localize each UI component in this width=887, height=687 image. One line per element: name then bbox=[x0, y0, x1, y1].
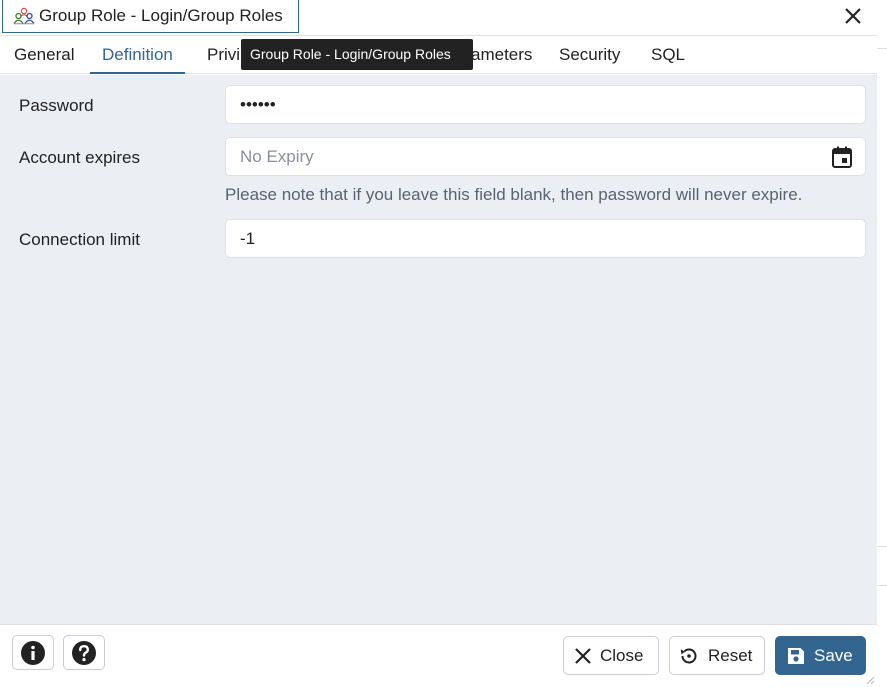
help-button[interactable] bbox=[63, 635, 105, 670]
save-icon bbox=[788, 647, 804, 664]
tab-definition[interactable]: Definition bbox=[90, 36, 185, 74]
tab-security[interactable]: Security bbox=[559, 36, 620, 74]
dialog-title: Group Role - Login/Group Roles bbox=[39, 6, 283, 25]
save-button[interactable]: Save bbox=[775, 636, 866, 675]
save-button-label: Save bbox=[814, 645, 853, 665]
reset-icon bbox=[680, 648, 697, 663]
tab-sql[interactable]: SQL bbox=[651, 36, 685, 74]
close-button[interactable]: Close bbox=[563, 636, 659, 675]
account-expires-label: Account expires bbox=[19, 148, 140, 167]
account-expires-hint: Please note that if you leave this field… bbox=[225, 185, 803, 204]
info-icon bbox=[21, 640, 45, 665]
tab-privileges[interactable]: Privi bbox=[207, 36, 240, 74]
dialog-title-tab: Group Role - Login/Group Roles bbox=[2, 0, 299, 33]
background-divider bbox=[877, 585, 887, 586]
close-dialog-icon[interactable] bbox=[842, 5, 864, 27]
calendar-icon[interactable] bbox=[830, 145, 854, 169]
close-button-label: Close bbox=[600, 645, 644, 665]
tab-parameters[interactable]: ameters bbox=[471, 36, 532, 74]
password-field[interactable]: •••••• bbox=[225, 85, 866, 124]
resize-grip-icon[interactable] bbox=[865, 675, 875, 685]
password-label: Password bbox=[19, 96, 94, 115]
background-divider bbox=[877, 546, 887, 547]
help-icon bbox=[72, 640, 96, 665]
password-value: •••••• bbox=[240, 94, 276, 114]
account-expires-placeholder: No Expiry bbox=[240, 146, 314, 166]
background-divider bbox=[877, 48, 887, 49]
tab-general[interactable]: General bbox=[14, 36, 74, 74]
close-icon bbox=[575, 647, 591, 664]
group-roles-icon bbox=[13, 7, 35, 25]
group-role-dialog: Group Role - Login/Group Roles General D… bbox=[0, 0, 877, 687]
connection-limit-label: Connection limit bbox=[19, 230, 140, 249]
dialog-footer: Close Reset Save bbox=[0, 624, 877, 687]
title-tooltip: Group Role - Login/Group Roles bbox=[241, 39, 473, 70]
dialog-titlebar: Group Role - Login/Group Roles bbox=[0, 0, 877, 36]
reset-button[interactable]: Reset bbox=[669, 636, 765, 675]
reset-button-label: Reset bbox=[708, 645, 753, 665]
connection-limit-value: -1 bbox=[240, 228, 256, 248]
account-expires-field[interactable]: No Expiry bbox=[225, 137, 866, 176]
connection-limit-field[interactable]: -1 bbox=[225, 219, 866, 258]
background-window-edge bbox=[877, 0, 887, 687]
info-button[interactable] bbox=[12, 635, 54, 670]
definition-panel: Password •••••• Account expires No Expir… bbox=[0, 75, 877, 624]
